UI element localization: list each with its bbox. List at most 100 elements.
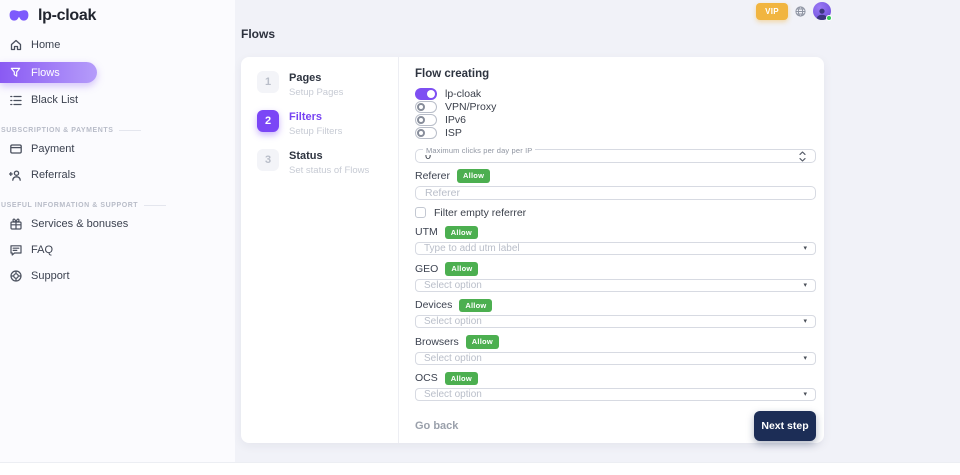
toggle-label: IPv6 (445, 114, 466, 126)
step-pages[interactable]: 1 Pages Setup Pages (257, 71, 398, 98)
next-step-button[interactable]: Next step (754, 411, 816, 441)
step-title: Pages (289, 72, 343, 84)
utm-select[interactable]: Type to add utm label ▾ (415, 242, 816, 255)
chevron-down-icon: ▾ (803, 391, 807, 398)
sidebar-item-label: Black List (31, 94, 78, 106)
geo-select[interactable]: Select option ▾ (415, 279, 816, 292)
section-header-label: USEFUL INFORMATION & SUPPORT (1, 202, 138, 209)
language-globe-icon[interactable] (795, 6, 806, 17)
brand-logo[interactable]: lp-cloak (0, 0, 235, 26)
max-clicks-label: Maximum clicks per day per IP (423, 146, 535, 155)
blacklist-icon (9, 94, 22, 107)
select-placeholder: Select option (424, 316, 482, 327)
devices-allow-badge[interactable]: Allow (459, 299, 492, 313)
checkbox-label: Filter empty referrer (434, 207, 526, 219)
sidebar-item-label: Support (31, 270, 70, 282)
page-title: Flows (241, 27, 275, 41)
chevron-down-icon: ▾ (803, 355, 807, 362)
ipv6-toggle[interactable]: IPv6 (415, 114, 816, 126)
wizard-stepper: 1 Pages Setup Pages 2 Filters Setup Filt… (241, 57, 399, 443)
sidebar-nav: Home Flows Black List SUBSCRIPTION & PAY… (0, 34, 235, 287)
app-root: lp-cloak Home Flows Black List (0, 0, 960, 475)
sidebar-item-home[interactable]: Home (0, 34, 235, 56)
sidebar: lp-cloak Home Flows Black List (0, 0, 235, 462)
step-subtitle: Set status of Flows (289, 165, 369, 176)
geo-allow-badge[interactable]: Allow (445, 262, 478, 276)
referer-allow-badge[interactable]: Allow (457, 169, 490, 183)
sidebar-item-services-bonuses[interactable]: Services & bonuses (0, 213, 235, 235)
ocs-select[interactable]: Select option ▾ (415, 388, 816, 401)
online-status-dot (826, 15, 832, 21)
sidebar-section-header: SUBSCRIPTION & PAYMENTS (0, 127, 235, 134)
chat-icon (9, 244, 22, 257)
browsers-label-row: Browsers Allow (415, 335, 816, 349)
home-icon (9, 39, 22, 52)
user-avatar[interactable] (813, 2, 831, 20)
devices-label: Devices (415, 299, 452, 311)
gift-icon (9, 218, 22, 231)
form-heading: Flow creating (415, 68, 816, 80)
browsers-label: Browsers (415, 336, 459, 348)
utm-label-row: UTM Allow (415, 226, 816, 240)
lifebuoy-icon (9, 270, 22, 283)
browsers-allow-badge[interactable]: Allow (466, 335, 499, 349)
lp-cloak-toggle[interactable]: lp-cloak (415, 88, 816, 100)
vpn-proxy-toggle[interactable]: VPN/Proxy (415, 101, 816, 113)
toggle-switch-off[interactable] (415, 114, 437, 126)
step-title: Filters (289, 111, 342, 123)
sidebar-item-label: FAQ (31, 244, 53, 256)
devices-select[interactable]: Select option ▾ (415, 315, 816, 328)
sidebar-item-flows[interactable]: Flows (0, 62, 97, 83)
sidebar-item-payment[interactable]: Payment (0, 138, 235, 160)
utm-label: UTM (415, 226, 438, 238)
step-number: 2 (257, 110, 279, 132)
sidebar-item-label: Payment (31, 143, 74, 155)
ocs-allow-badge[interactable]: Allow (445, 372, 478, 386)
sidebar-item-label: Referrals (31, 169, 76, 181)
number-stepper-icon[interactable] (799, 151, 806, 162)
referer-label-row: Referer Allow (415, 169, 816, 183)
sidebar-item-referrals[interactable]: Referrals (0, 164, 235, 186)
browsers-select[interactable]: Select option ▾ (415, 352, 816, 365)
filter-empty-referrer-checkbox[interactable] (415, 207, 426, 218)
isp-toggle[interactable]: ISP (415, 127, 816, 139)
go-back-link[interactable]: Go back (415, 420, 458, 432)
sidebar-section-header: USEFUL INFORMATION & SUPPORT (0, 202, 235, 209)
step-title: Status (289, 150, 369, 162)
flows-icon (9, 66, 22, 79)
referer-label: Referer (415, 170, 450, 182)
step-number: 1 (257, 71, 279, 93)
select-placeholder: Type to add utm label (424, 243, 520, 254)
sidebar-item-support[interactable]: Support (0, 265, 235, 287)
select-placeholder: Select option (424, 280, 482, 291)
toggle-switch-off[interactable] (415, 127, 437, 139)
chevron-down-icon: ▾ (803, 245, 807, 252)
step-subtitle: Setup Filters (289, 126, 342, 137)
toggle-switch-off[interactable] (415, 101, 437, 113)
topbar-actions: VIP (756, 2, 831, 20)
sidebar-item-black-list[interactable]: Black List (0, 89, 235, 111)
mask-logo-icon (9, 8, 31, 23)
devices-label-row: Devices Allow (415, 299, 816, 313)
step-status[interactable]: 3 Status Set status of Flows (257, 149, 398, 176)
select-placeholder: Select option (424, 353, 482, 364)
sidebar-item-label: Services & bonuses (31, 218, 128, 230)
form-footer: Go back Next step (415, 411, 816, 441)
toggle-switch-on[interactable] (415, 88, 437, 100)
chevron-down-icon: ▾ (803, 282, 807, 289)
flow-wizard-card: 1 Pages Setup Pages 2 Filters Setup Filt… (241, 57, 824, 443)
utm-allow-badge[interactable]: Allow (445, 226, 478, 240)
add-user-icon (9, 169, 22, 182)
toggle-label: ISP (445, 127, 462, 139)
geo-label: GEO (415, 263, 438, 275)
page-footer (0, 462, 960, 475)
step-filters[interactable]: 2 Filters Setup Filters (257, 110, 398, 137)
filter-empty-referrer-row[interactable]: Filter empty referrer (415, 207, 816, 219)
vip-button[interactable]: VIP (756, 3, 788, 20)
ocs-label: OCS (415, 372, 438, 384)
step-number: 3 (257, 149, 279, 171)
chevron-down-icon: ▾ (803, 318, 807, 325)
referer-input[interactable] (415, 186, 816, 200)
flow-creating-form: Flow creating lp-cloak VPN/Proxy IPv6 IS… (399, 57, 824, 443)
sidebar-item-faq[interactable]: FAQ (0, 239, 235, 261)
